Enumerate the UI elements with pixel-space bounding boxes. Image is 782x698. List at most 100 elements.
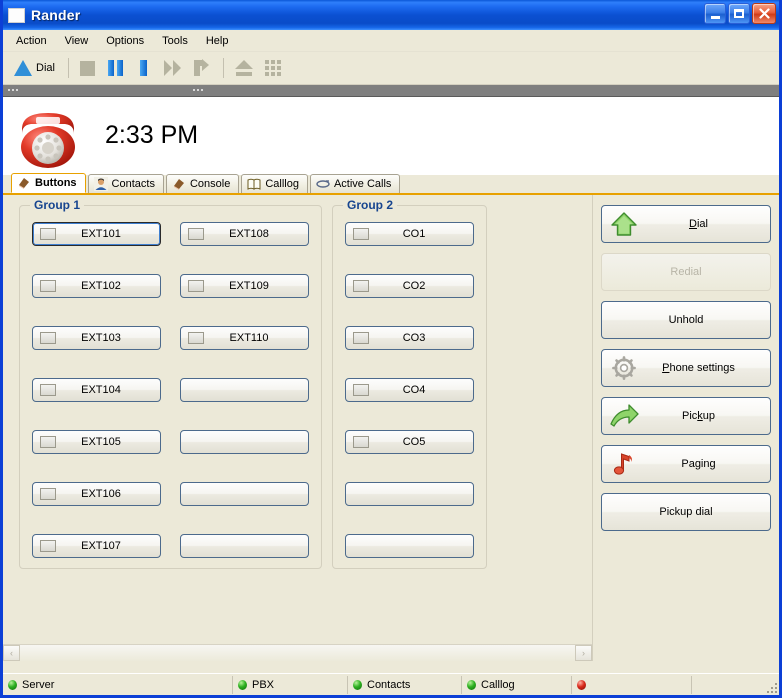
group-2-title: Group 2 [343,198,398,212]
app-icon [8,7,25,23]
status-led-icon [238,679,247,690]
dial-button[interactable]: Dial [601,205,771,243]
tab-contacts[interactable]: Contacts [87,174,164,193]
led-indicator [40,384,56,396]
line-button-empty-3[interactable] [180,482,309,506]
rebar-grip-band [3,85,779,97]
red-music-note-icon [613,453,632,475]
status-cell-pbx: PBX [233,675,348,694]
line-button-label: EXT109 [229,280,269,292]
line-button-ext106[interactable]: EXT106 [32,482,161,506]
line-button-ext105[interactable]: EXT105 [32,430,161,454]
line-button-ext102[interactable]: EXT102 [32,274,161,298]
line-button-label: EXT106 [81,488,121,500]
line-button-label: EXT107 [81,540,121,552]
pickup-dial-button[interactable]: Pickup dial [601,493,771,531]
toolbar-pause-button[interactable] [103,55,129,81]
action-pane: Dial Redial Unhold Phone settings Pickup… [592,195,779,661]
buttons-icon [19,178,29,189]
line-button-label: EXT102 [81,280,121,292]
phone-settings-button[interactable]: Phone settings [601,349,771,387]
group-box-1: Group 1 EXT101 EXT102 EXT103 EXT104 EXT1… [19,198,322,569]
line-button-empty-4[interactable] [180,534,309,558]
grip-handle-mid[interactable] [193,89,203,91]
paging-button[interactable]: Paging [601,445,771,483]
toolbar-redirect-button[interactable] [188,55,215,81]
line-button-empty-6[interactable] [345,534,474,558]
toolbar-stop-button[interactable] [75,55,101,81]
line-button-co5[interactable]: CO5 [345,430,474,454]
toolbar-dial-button[interactable]: Dial [9,55,60,81]
toolbar-keypad-button[interactable] [260,55,286,81]
redial-button-label: Redial [670,266,702,278]
line-button-ext109[interactable]: EXT109 [180,274,309,298]
led-indicator [188,280,204,292]
green-curved-arrow-icon [610,404,639,427]
line-button-ext110[interactable]: EXT110 [180,326,309,350]
line-button-empty-1[interactable] [180,378,309,402]
line-button-co1[interactable]: CO1 [345,222,474,246]
dial-triangle-icon [14,60,32,76]
led-indicator [353,436,369,448]
tab-buttons[interactable]: Buttons [11,173,86,193]
menu-item-tools[interactable]: Tools [153,32,197,50]
resize-grip-icon[interactable] [765,681,777,693]
status-label: Contacts [367,678,411,691]
led-indicator [40,488,56,500]
status-cell-contacts: Contacts [348,675,462,694]
line-button-co4[interactable]: CO4 [345,378,474,402]
dial-button-label: Dial [689,218,708,230]
line-button-empty-2[interactable] [180,430,309,454]
toolbar-separator-1 [67,58,69,78]
menu-item-options[interactable]: Options [97,32,153,50]
line-button-ext101[interactable]: EXT101 [32,222,161,246]
status-led-icon [467,679,476,690]
pickup-dial-button-label: Pickup dial [659,506,713,518]
menu-bar: Action View Options Tools Help [3,30,779,52]
calllog-book-icon [247,178,261,190]
tab-strip: Buttons Contacts Console Calllog Active … [3,173,779,195]
toolbar-transfer-button[interactable] [230,55,258,81]
menu-item-view[interactable]: View [56,32,98,50]
status-cell-alert [572,675,692,694]
maximize-button[interactable] [728,3,750,24]
tab-active-calls-label: Active Calls [333,178,392,190]
tab-active-calls[interactable]: Active Calls [309,174,401,193]
status-cell-server: Server [3,675,233,694]
line-button-ext103[interactable]: EXT103 [32,326,161,350]
close-button[interactable] [752,3,776,24]
line-button-ext108[interactable]: EXT108 [180,222,309,246]
line-button-co2[interactable]: CO2 [345,274,474,298]
status-label: Calllog [481,678,515,691]
unhold-button[interactable]: Unhold [601,301,771,339]
title-bar: Rander [3,0,779,30]
line-button-label: EXT105 [81,436,121,448]
tab-calllog[interactable]: Calllog [241,174,308,193]
grip-handle-left[interactable] [8,89,18,91]
line-button-ext107[interactable]: EXT107 [32,534,161,558]
menu-item-help[interactable]: Help [197,32,238,50]
line-button-ext104[interactable]: EXT104 [32,378,161,402]
scrollbar-track[interactable] [20,645,575,661]
window-controls [704,3,776,24]
minimize-button[interactable] [704,3,726,24]
pickup-button[interactable]: Pickup [601,397,771,435]
scroll-left-arrow-icon[interactable]: ‹ [3,645,20,661]
pickup-button-label: Pickup [681,410,716,422]
redial-button[interactable]: Redial [601,253,771,291]
group-1-column-2: EXT108 EXT109 EXT110 [180,222,309,558]
status-bar: Server PBX Contacts Calllog [3,673,779,695]
menu-item-action[interactable]: Action [7,32,56,50]
horizontal-scrollbar[interactable]: ‹ › [3,644,592,661]
clock-display: 2:33 PM [105,121,199,149]
group-1-title: Group 1 [30,198,85,212]
toolbar: Dial [3,52,779,85]
line-button-empty-5[interactable] [345,482,474,506]
scroll-right-arrow-icon[interactable]: › [575,645,592,661]
status-led-icon [353,679,362,690]
toolbar-hold-button[interactable] [131,55,157,81]
toolbar-forward-button[interactable] [159,55,186,81]
line-button-co3[interactable]: CO3 [345,326,474,350]
tab-console[interactable]: Console [165,174,240,193]
minimize-icon [710,15,720,19]
